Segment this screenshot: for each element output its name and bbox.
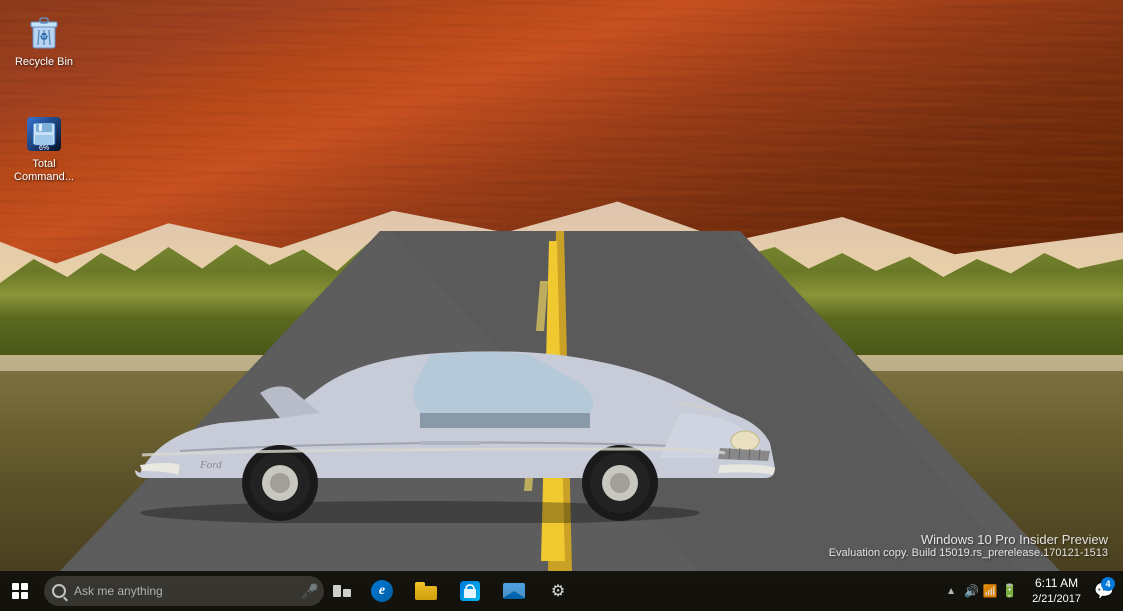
search-placeholder-text: Ask me anything — [74, 584, 304, 598]
search-icon — [52, 584, 66, 598]
classic-car-svg: Ford — [80, 293, 780, 523]
svg-text:Ford: Ford — [199, 459, 222, 471]
store-button[interactable] — [448, 571, 492, 611]
svg-text:6%: 6% — [39, 145, 49, 152]
notification-badge: 4 — [1101, 577, 1115, 591]
mail-button[interactable] — [492, 571, 536, 611]
svg-text:♻: ♻ — [40, 32, 49, 43]
mail-icon — [503, 583, 525, 599]
edge-app-button[interactable]: e — [360, 571, 404, 611]
clock-area[interactable]: 6:11 AM 2/21/2017 — [1024, 571, 1089, 611]
edge-icon: e — [371, 580, 393, 602]
search-bar[interactable]: Ask me anything 🎤 — [44, 576, 324, 606]
clock-date: 2/21/2017 — [1032, 592, 1081, 606]
folder-icon — [415, 582, 437, 600]
clock-time: 6:11 AM — [1035, 576, 1078, 592]
task-view-button[interactable] — [324, 571, 360, 611]
windows-logo-icon — [12, 583, 28, 599]
total-commander-label: Total Command... — [12, 158, 76, 184]
watermark: Windows 10 Pro Insider Preview Evaluatio… — [829, 532, 1108, 559]
microphone-icon[interactable]: 🎤 — [304, 583, 316, 599]
taskbar-apps: e ⚙ — [360, 571, 944, 611]
start-button[interactable] — [0, 571, 40, 611]
settings-button[interactable]: ⚙ — [536, 571, 580, 611]
watermark-line2: Evaluation copy. Build 15019.rs_prerelea… — [829, 547, 1108, 559]
task-view-icon — [333, 585, 351, 597]
tray-overflow-button[interactable]: ▲ — [944, 586, 958, 597]
recycle-bin-label: Recycle Bin — [12, 56, 76, 69]
tray-icons: 🔊 📶 🔋 — [958, 583, 1024, 599]
tray-volume-icon[interactable]: 🔊 — [964, 584, 979, 598]
system-tray: ▲ 🔊 📶 🔋 6:11 AM 2/21/2017 💬 4 — [944, 571, 1123, 611]
taskbar: Ask me anything 🎤 e — [0, 571, 1123, 611]
desktop: Ford ♻ Recycle Bin — [0, 0, 1123, 611]
tray-battery-icon[interactable]: 🔋 — [1002, 583, 1018, 599]
file-explorer-button[interactable] — [404, 571, 448, 611]
total-commander-image: 6% — [24, 114, 64, 154]
store-icon — [460, 581, 480, 601]
tray-network-icon[interactable]: 📶 — [983, 584, 998, 598]
watermark-line1: Windows 10 Pro Insider Preview — [829, 532, 1108, 547]
settings-icon: ⚙ — [548, 581, 568, 601]
total-commander-icon[interactable]: 6% Total Command... — [8, 110, 80, 188]
recycle-bin-icon[interactable]: ♻ Recycle Bin — [8, 8, 80, 73]
recycle-bin-image: ♻ — [24, 12, 64, 52]
notification-button[interactable]: 💬 4 — [1089, 571, 1119, 611]
